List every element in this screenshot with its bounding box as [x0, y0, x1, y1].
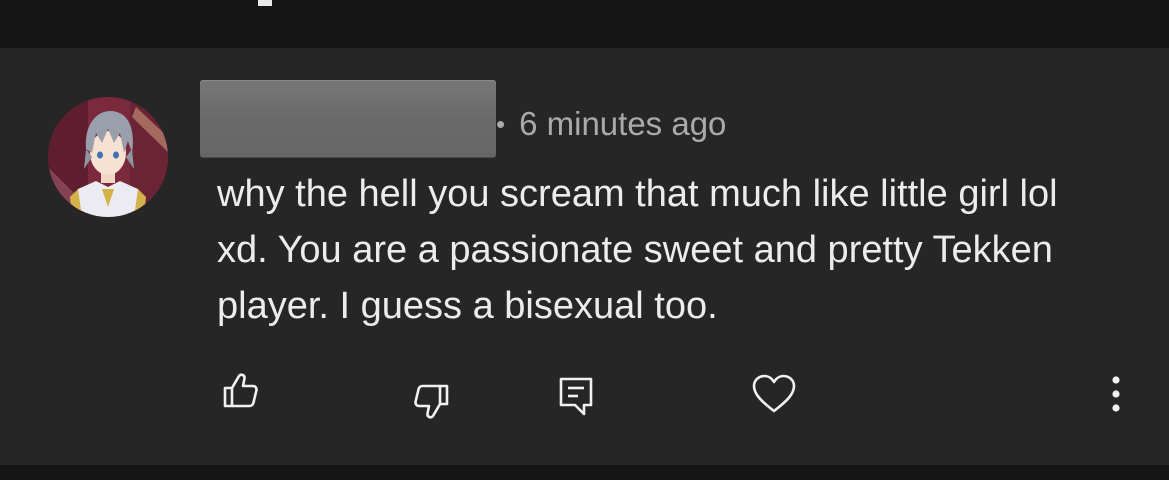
thumb-down-icon	[414, 384, 449, 419]
avatar-image	[48, 97, 168, 217]
heart-icon	[752, 374, 796, 413]
avatar[interactable]	[48, 97, 168, 217]
thumb-up-icon	[223, 373, 258, 408]
comment-card: • 6 minutes ago why the hell you scream …	[0, 48, 1169, 465]
previous-content-strip	[0, 0, 1169, 48]
reply-button[interactable]	[552, 372, 600, 420]
dislike-button[interactable]	[408, 378, 456, 426]
meta-separator: •	[496, 108, 506, 139]
comment-timestamp: 6 minutes ago	[519, 105, 727, 142]
more-options-button[interactable]	[1092, 370, 1140, 418]
comment-meta: • 6 minutes ago	[496, 104, 726, 144]
next-content-strip	[0, 465, 1169, 480]
cut-off-text-fragment	[258, 0, 272, 6]
reply-icon	[559, 377, 593, 416]
redacted-username[interactable]	[200, 80, 496, 158]
heart-button[interactable]	[750, 370, 798, 418]
like-button[interactable]	[216, 366, 264, 414]
more-options-icon	[1112, 376, 1120, 412]
comment-body: why the hell you scream that much like l…	[217, 173, 1058, 327]
